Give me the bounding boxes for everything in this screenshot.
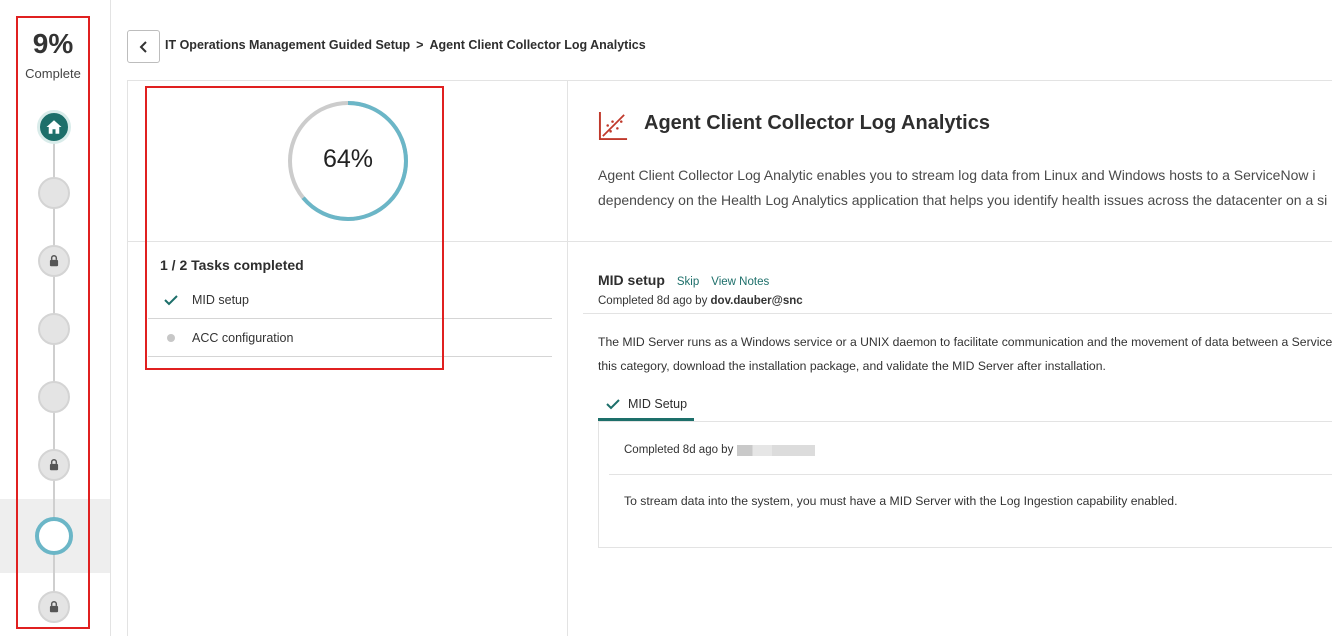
step-2[interactable] [38,177,70,209]
redacted-user [737,444,816,456]
task-card [598,422,1332,548]
step-5[interactable] [38,381,70,413]
section-body: The MID Server runs as a Windows service… [598,330,1332,378]
home-icon [46,120,62,134]
summary-divider [127,241,1332,242]
breadcrumb-separator: > [416,38,424,52]
check-icon [606,398,620,409]
back-button[interactable] [127,30,160,63]
card-body: To stream data into the system, you must… [624,494,1178,508]
task-label: MID setup [192,292,249,307]
section-meta-prefix: Completed 8d ago by [598,295,708,307]
header-divider [127,80,1332,81]
task-label: ACC configuration [192,330,294,345]
card-meta: Completed 8d ago by [624,444,816,456]
detail-description-line-1: Agent Client Collector Log Analytic enab… [598,167,1316,183]
section-header: MID setup Skip View Notes [598,272,769,288]
progress-rail: 9% Complete [0,0,111,636]
step-3-locked[interactable] [38,245,70,277]
lock-icon [49,459,59,471]
rail-percent: 9% [32,28,74,59]
lock-icon [49,601,59,613]
log-analytics-icon [598,111,628,141]
tab-label: MID Setup [628,396,688,411]
breadcrumb: IT Operations Management Guided Setup > … [165,38,646,52]
card-meta-prefix: Completed 8d ago by [624,444,734,456]
section-title: MID setup [598,272,665,288]
detail-description: Agent Client Collector Log Analytic enab… [598,163,1332,213]
step-7-current[interactable] [35,517,73,555]
lock-icon [49,255,59,267]
rail-complete-label: Complete [25,66,81,81]
skip-link[interactable]: Skip [677,276,699,288]
panel-left-border [127,80,128,636]
section-body-line-2: this category, download the installation… [598,359,1106,373]
detail-description-line-2: dependency on the Health Log Analytics a… [598,192,1328,208]
pending-dot-icon [167,333,175,342]
card-divider [609,474,1332,475]
check-icon [164,294,178,305]
tasks-completed-title: 1 / 2 Tasks completed [160,257,304,273]
section-meta-user: dov.dauber@snc [710,295,803,307]
step-6-locked[interactable] [38,449,70,481]
section-meta: Completed 8d ago by dov.dauber@snc [598,295,803,307]
breadcrumb-current: Agent Client Collector Log Analytics [429,38,646,52]
step-8-locked[interactable] [38,591,70,623]
step-home[interactable] [37,110,71,144]
breadcrumb-parent[interactable]: IT Operations Management Guided Setup [165,38,410,52]
chevron-left-icon [139,40,147,53]
task-item-acc-configuration[interactable]: ACC configuration [148,319,552,357]
step-4[interactable] [38,313,70,345]
tab-mid-setup[interactable]: MID Setup [598,389,694,421]
view-notes-link[interactable]: View Notes [711,276,769,288]
task-item-mid-setup[interactable]: MID setup [148,281,552,319]
panel-divider [567,80,568,636]
detail-title: Agent Client Collector Log Analytics [644,112,990,134]
progress-percent: 64% [322,145,374,173]
section-body-line-1: The MID Server runs as a Windows service… [598,335,1332,349]
section-divider [583,313,1332,314]
